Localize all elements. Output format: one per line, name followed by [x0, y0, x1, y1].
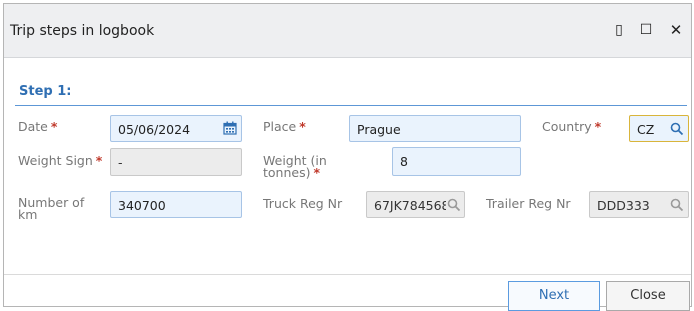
trailer-reg-nr-label: Trailer Reg Nr: [486, 196, 571, 211]
search-icon[interactable]: [447, 198, 461, 212]
dialog-title: Trip steps in logbook: [10, 23, 155, 39]
weight-sign-label: Weight Sign *: [18, 153, 103, 168]
search-icon[interactable]: [670, 122, 684, 136]
country-field[interactable]: CZ: [629, 115, 689, 142]
date-field[interactable]: 05/06/2024: [110, 115, 242, 142]
number-of-km-value: 340700: [118, 198, 166, 213]
trailer-reg-nr-value: DDD333: [597, 198, 650, 213]
country-value: CZ: [637, 122, 655, 137]
weight-value: 8: [400, 154, 408, 169]
maximize-icon[interactable]: ☐: [637, 21, 655, 39]
place-label: Place *: [263, 119, 306, 134]
weight-field[interactable]: 8: [392, 147, 521, 176]
truck-reg-nr-label: Truck Reg Nr: [263, 196, 343, 211]
title-bar: Trip steps in logbook ▯ ☐ ✕: [4, 4, 691, 58]
search-icon[interactable]: [670, 198, 684, 212]
footer-divider: [4, 274, 691, 275]
trailer-reg-nr-field[interactable]: DDD333: [589, 191, 689, 218]
step-divider: [15, 105, 687, 106]
weight-label: Weight (in tonnes) *: [263, 153, 327, 180]
number-of-km-field[interactable]: 340700: [110, 191, 242, 218]
truck-reg-nr-field[interactable]: 67JK784568: [366, 191, 465, 218]
close-button[interactable]: Close: [606, 281, 690, 311]
calendar-icon[interactable]: [223, 121, 237, 135]
weight-sign-value: -: [118, 155, 123, 170]
place-value: Prague: [357, 122, 401, 137]
close-icon[interactable]: ✕: [667, 21, 685, 39]
next-button[interactable]: Next: [508, 281, 600, 311]
weight-sign-field: -: [110, 148, 242, 176]
step-heading: Step 1:: [19, 84, 72, 99]
truck-reg-nr-value: 67JK784568: [374, 198, 446, 213]
number-of-km-label: Number of km: [18, 195, 85, 222]
trip-steps-dialog: Trip steps in logbook ▯ ☐ ✕ Step 1: Date…: [3, 3, 692, 311]
country-label: Country *: [542, 119, 602, 134]
date-label: Date *: [18, 119, 58, 134]
place-field[interactable]: Prague: [349, 115, 521, 142]
date-value: 05/06/2024: [118, 122, 191, 137]
pin-icon[interactable]: ▯: [610, 21, 628, 39]
